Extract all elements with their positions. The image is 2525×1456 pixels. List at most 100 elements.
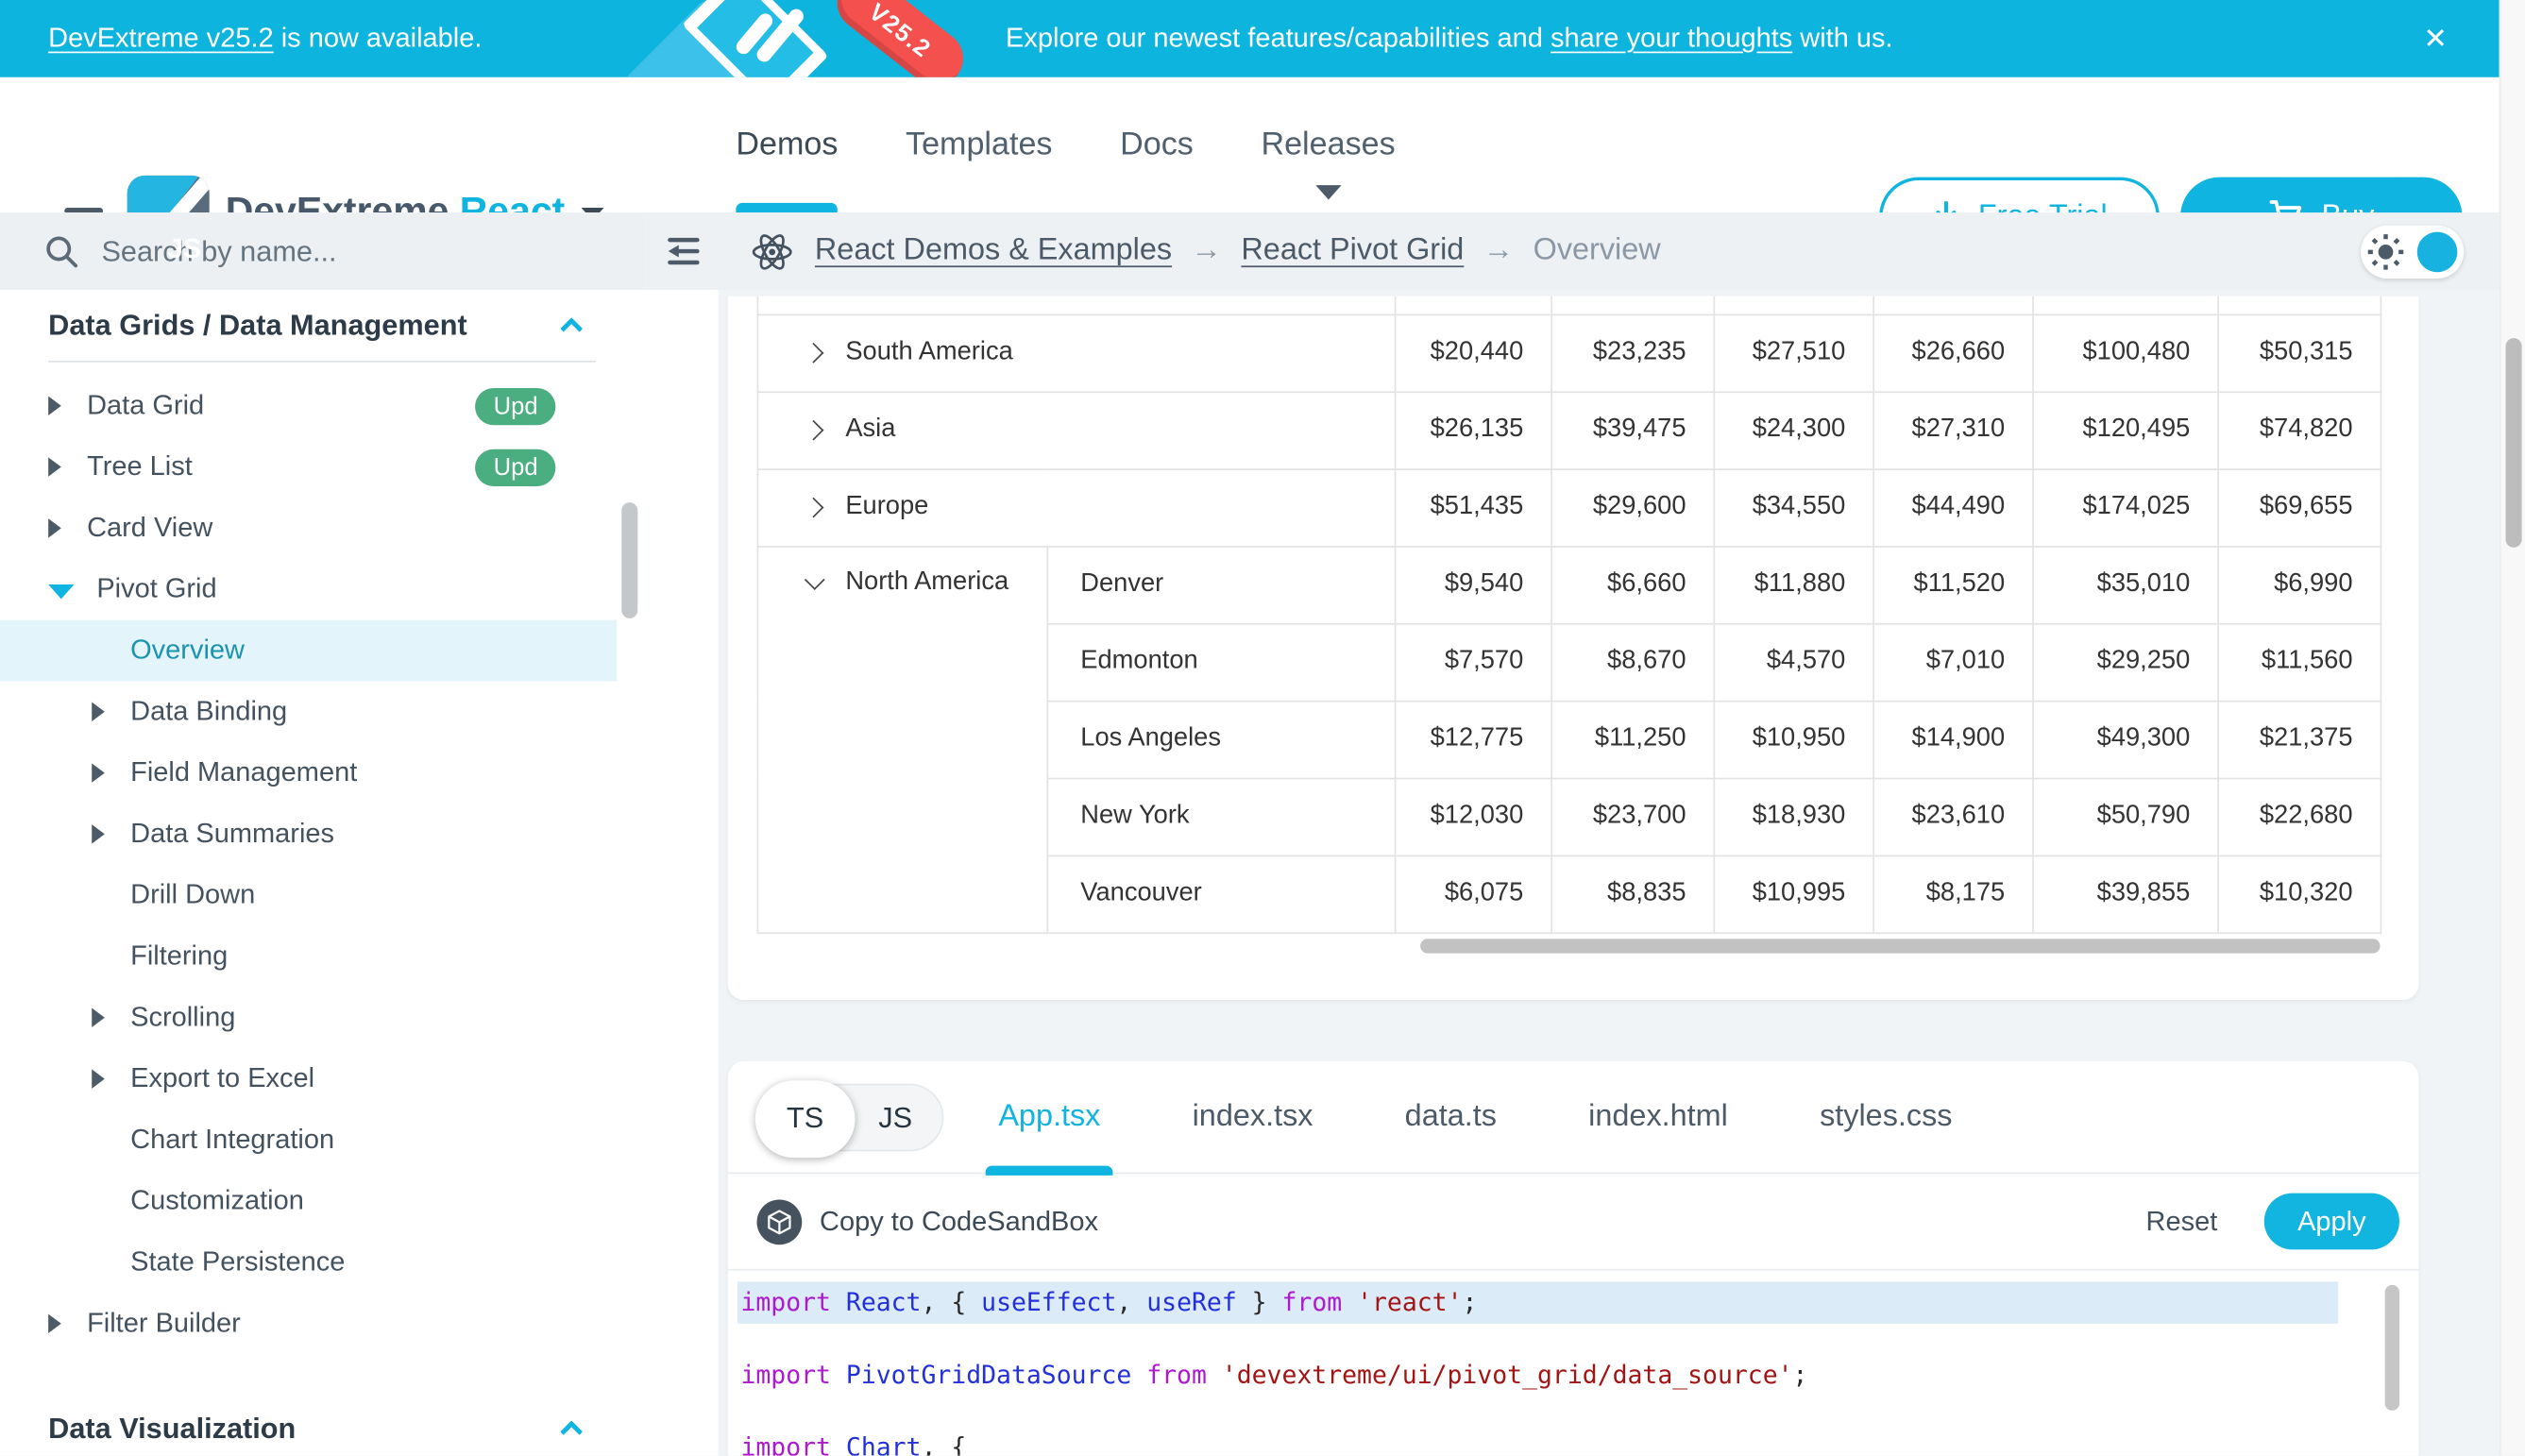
file-tab-styles-css[interactable]: styles.css [1806, 1060, 1965, 1173]
expand-closed-icon[interactable] [92, 703, 105, 721]
breadcrumb-link[interactable]: React Demos & Examples [815, 233, 1172, 269]
expand-closed-icon[interactable] [48, 518, 61, 537]
expand-row-icon[interactable] [804, 498, 824, 518]
pivot-data-cell: $8,835 [1551, 855, 1714, 933]
nav-item-releases[interactable]: Releases [1261, 77, 1395, 212]
code-token: from [1281, 1288, 1342, 1317]
file-tab-data-ts[interactable]: data.ts [1392, 1060, 1510, 1173]
nav-item-demos[interactable]: Demos [736, 77, 838, 212]
file-tabs: App.tsx index.tsx data.ts index.html styles.… [986, 1060, 1965, 1173]
theme-toggle[interactable] [2361, 225, 2464, 278]
pivot-data-cell: $11,880 [1714, 546, 1873, 623]
file-tab-app-tsx[interactable]: App.tsx [986, 1060, 1113, 1173]
pivot-row-label[interactable]: Europe [757, 468, 1395, 546]
code-editor[interactable]: import React, { useEffect, useRef } from… [728, 1271, 2419, 1456]
breadcrumb-link[interactable]: React Pivot Grid [1241, 233, 1464, 269]
collapse-sidebar-icon[interactable] [664, 232, 703, 271]
expand-closed-icon[interactable] [92, 824, 105, 843]
pivot-data-cell [1551, 296, 1714, 314]
version-badge: V25.2 [826, 0, 970, 77]
codesandbox-icon[interactable] [757, 1199, 803, 1244]
share-thoughts-link[interactable]: share your thoughts [1551, 23, 1792, 55]
sidebar-item-drill-down[interactable]: Drill Down [0, 865, 617, 926]
expand-closed-icon[interactable] [92, 763, 105, 782]
nav-item-label: Docs [1120, 127, 1194, 163]
sidebar-item-scrolling[interactable]: Scrolling [0, 987, 617, 1048]
pivot-horizontal-scrollbar[interactable] [1420, 939, 2380, 953]
code-line: import Chart, { [737, 1427, 2338, 1456]
banner-release-link[interactable]: DevExtreme v25.2 [48, 23, 273, 55]
expand-open-icon[interactable] [48, 584, 74, 599]
file-tab-index-tsx[interactable]: index.tsx [1179, 1060, 1326, 1173]
theme-toggle-knob[interactable] [2417, 231, 2458, 272]
pivot-row-label-text: Asia [845, 415, 895, 443]
sidebar-item-data-summaries[interactable]: Data Summaries [0, 804, 617, 865]
apply-button[interactable]: Apply [2264, 1194, 2399, 1250]
pivot-data-cell: $69,655 [2218, 468, 2381, 546]
expand-row-icon[interactable] [804, 343, 824, 364]
sidebar-item-label: Drill Down [130, 879, 255, 911]
sidebar-item-label: Overview [130, 635, 245, 667]
pivot-data-cell: $8,175 [1873, 855, 2033, 933]
active-nav-underline [736, 203, 838, 212]
sidebar-item-label: Card View [87, 512, 212, 544]
sidebar-section-data-grids-data-management[interactable]: Data Grids / Data Management [0, 290, 644, 361]
sidebar-section-data-visualization[interactable]: Data Visualization [0, 1393, 644, 1456]
pivot-data-cell: $22,680 [2218, 778, 2381, 855]
sidebar-item-filter-builder[interactable]: Filter Builder [0, 1293, 617, 1354]
pivot-row-label[interactable]: South America [757, 314, 1395, 392]
sidebar-item-field-management[interactable]: Field Management [0, 742, 617, 804]
language-option-ts[interactable]: TS [758, 1085, 852, 1153]
sidebar-item-chart-integration[interactable]: Chart Integration [0, 1109, 617, 1171]
nav-item-docs[interactable]: Docs [1120, 77, 1194, 212]
sidebar-item-state-persistence[interactable]: State Persistence [0, 1232, 617, 1294]
pivot-row-label[interactable]: Asia [757, 391, 1395, 468]
file-tab-index-html[interactable]: index.html [1576, 1060, 1741, 1173]
main-nav: Demos Templates Docs Releases [736, 77, 1395, 212]
pivot-data-cell: $174,025 [2033, 468, 2218, 546]
sidebar-scrollbar[interactable] [621, 502, 639, 1456]
sidebar-scrollbar-thumb[interactable] [621, 502, 637, 618]
expand-closed-icon[interactable] [92, 1069, 105, 1088]
pivot-data-cell: $9,540 [1396, 546, 1551, 623]
window-scrollbar[interactable] [2500, 0, 2525, 1456]
sidebar-item-overview[interactable]: Overview [0, 620, 617, 682]
sidebar-item-customization[interactable]: Customization [0, 1171, 617, 1232]
breadcrumb: React Demos & Examples→React Pivot Grid→… [815, 233, 1661, 269]
sidebar-item-export-to-excel[interactable]: Export to Excel [0, 1048, 617, 1109]
sidebar-item-pivot-grid[interactable]: Pivot Grid [0, 559, 617, 620]
pivot-row-label[interactable]: North America [757, 546, 1047, 932]
language-toggle[interactable]: TS JS [757, 1083, 944, 1151]
sidebar-item-label: State Persistence [130, 1246, 345, 1278]
expand-closed-icon[interactable] [48, 1314, 61, 1333]
sidebar-item-label: Filter Builder [87, 1308, 241, 1340]
code-token: ; [1793, 1361, 1808, 1390]
reset-button[interactable]: Reset [2146, 1205, 2218, 1237]
code-scrollbar-thumb[interactable] [2385, 1285, 2399, 1411]
sidebar-item-data-binding[interactable]: Data Binding [0, 681, 617, 742]
file-tab-label: data.ts [1405, 1099, 1497, 1135]
pivot-data-cell: $50,790 [2033, 778, 2218, 855]
collapse-row-icon[interactable] [805, 568, 825, 589]
expand-row-icon[interactable] [804, 420, 824, 441]
copy-to-codesandbox-label[interactable]: Copy to CodeSandBox [820, 1205, 1098, 1237]
pivot-data-cell: $11,520 [1873, 546, 2033, 623]
sidebar-item-tree-list[interactable]: Tree ListUpd [0, 436, 617, 498]
window-scrollbar-thumb[interactable] [2506, 338, 2522, 548]
pivot-data-cell: $12,030 [1396, 778, 1551, 855]
sidebar-section-title: Data Grids / Data Management [48, 309, 467, 343]
nav-item-templates[interactable]: Templates [906, 77, 1052, 212]
expand-closed-icon[interactable] [48, 397, 61, 415]
sidebar-item-data-grid[interactable]: Data GridUpd [0, 375, 617, 436]
sidebar-item-filtering[interactable]: Filtering [0, 926, 617, 988]
pivot-city-label: Edmonton [1047, 623, 1395, 701]
pivot-row-label-text: South America [845, 338, 1012, 365]
expand-closed-icon[interactable] [48, 457, 61, 476]
banner-message: Explore our newest features/capabilities… [1006, 0, 1893, 77]
code-token [831, 1288, 846, 1317]
language-option-js[interactable]: JS [849, 1085, 942, 1153]
banner-close-icon[interactable]: ✕ [2423, 0, 2448, 77]
sidebar-item-card-view[interactable]: Card View [0, 498, 617, 559]
code-token: , { [921, 1433, 966, 1456]
expand-closed-icon[interactable] [92, 1008, 105, 1027]
